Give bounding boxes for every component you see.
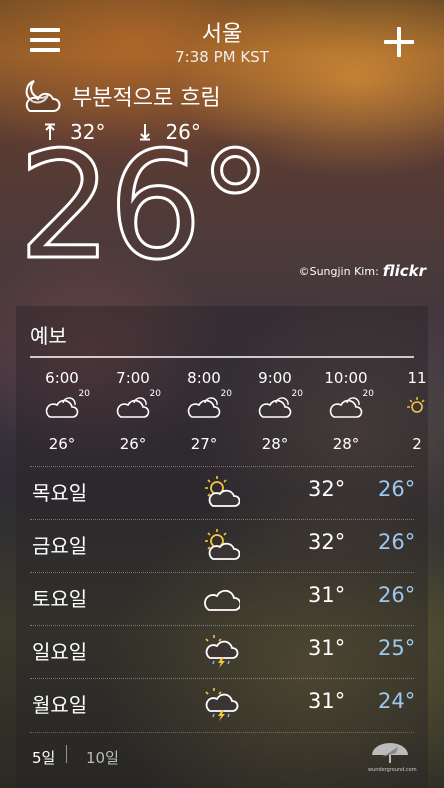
add-location-icon[interactable] [384,27,414,57]
condition-text: 부분적으로 흐림 [72,86,221,111]
hour-time: 9:00 [258,369,292,387]
umbrella-icon [372,743,408,763]
day-high: 32° [308,477,346,501]
hourly-forecast[interactable]: 6:00 20 26° 7:00 20 26° 8:00 20 27° 9:00 [16,366,428,466]
hour-item: 11 2 [381,366,428,453]
hour-item: 9:00 20 28° [239,366,311,453]
day-high: 31° [308,636,346,660]
tab-10-day[interactable]: 10일 [86,747,119,768]
partly-cloudy-icon: 20 [255,389,303,425]
day-high: 31° [308,689,346,713]
precip-chance: 20 [362,389,374,399]
partly-cloudy-icon: 20 [326,389,374,425]
day-low: 26° [378,530,416,554]
day-row[interactable]: 월요일 31° 24° [30,678,416,731]
day-high: 32° [308,530,346,554]
precip-chance: 20 [291,389,303,399]
hour-temp: 27° [190,435,218,453]
precip-chance: 20 [220,389,232,399]
hour-temp: 26° [119,435,147,453]
partly-cloudy-icon: 20 [184,389,232,425]
hour-time: 8:00 [187,369,221,387]
day-low: 24° [378,689,416,713]
local-time: 7:38 PM KST [175,48,269,66]
thunderstorm-icon [205,688,239,721]
day-low: 25° [378,636,416,660]
cloud-icon [204,589,240,611]
wunderground-text: wunderground.com [368,767,417,773]
day-name: 목요일 [32,481,88,505]
flickr-logo: flickr [382,262,426,280]
hour-item: 10:00 20 28° [310,366,382,453]
partly-sunny-icon [205,529,240,560]
forecast-title: 예보 [30,324,67,348]
degree-symbol: ° [197,120,274,292]
forecast-panel: 예보 6:00 20 26° 7:00 20 26° 8:00 20 27° 9… [16,306,428,788]
hour-item: 7:00 20 26° [97,366,169,453]
precip-chance: 20 [149,389,161,399]
daily-forecast: 목요일 32° 26° 금요일 32° 26° 토요일 31° 26° 일요일 … [30,466,416,731]
day-row[interactable]: 금요일 32° 26° [30,519,416,572]
day-row[interactable]: 토요일 31° 26° [30,572,416,625]
top-bar: 서울 7:38 PM KST [0,0,444,70]
sun-icon [397,395,428,425]
hour-temp: 28° [332,435,360,453]
hour-temp: 26° [48,435,76,453]
day-name: 금요일 [32,534,88,558]
forecast-footer: 5일 10일 wunderground.com [30,732,417,773]
temperature-value: 26 [16,120,203,292]
partly-sunny-icon [205,476,240,507]
hour-temp: 28° [261,435,289,453]
hour-time: 7:00 [116,369,150,387]
partly-cloudy-night-icon [25,80,61,112]
partly-cloudy-icon: 20 [42,389,90,425]
divider [30,356,414,358]
hour-time: 11 [407,369,427,387]
current-condition: 부분적으로 흐림 [20,76,221,116]
day-name: 월요일 [32,693,88,717]
thunderstorm-icon [205,635,239,668]
photo-credit[interactable]: ©Sungjin Kim: flickr [299,262,426,280]
day-low: 26° [378,477,416,501]
tab-5-day[interactable]: 5일 [32,747,55,768]
hour-item: 8:00 20 27° [168,366,240,453]
day-high: 31° [308,583,346,607]
partly-cloudy-icon: 20 [113,389,161,425]
tab-divider [66,745,67,763]
hour-time: 6:00 [45,369,79,387]
day-row[interactable]: 일요일 31° 25° [30,625,416,678]
day-row[interactable]: 목요일 32° 26° [30,466,416,519]
hour-temp: 2 [412,435,422,453]
hour-time: 10:00 [324,369,368,387]
hour-item: 6:00 20 26° [26,366,98,453]
credit-text: ©Sungjin Kim: [298,264,379,278]
wunderground-logo[interactable]: wunderground.com [368,739,417,773]
day-name: 일요일 [32,640,88,664]
city-name: 서울 [201,22,243,47]
day-low: 26° [378,583,416,607]
precip-chance: 20 [78,389,90,399]
day-name: 토요일 [32,587,88,611]
current-temperature: 26° [16,131,273,282]
